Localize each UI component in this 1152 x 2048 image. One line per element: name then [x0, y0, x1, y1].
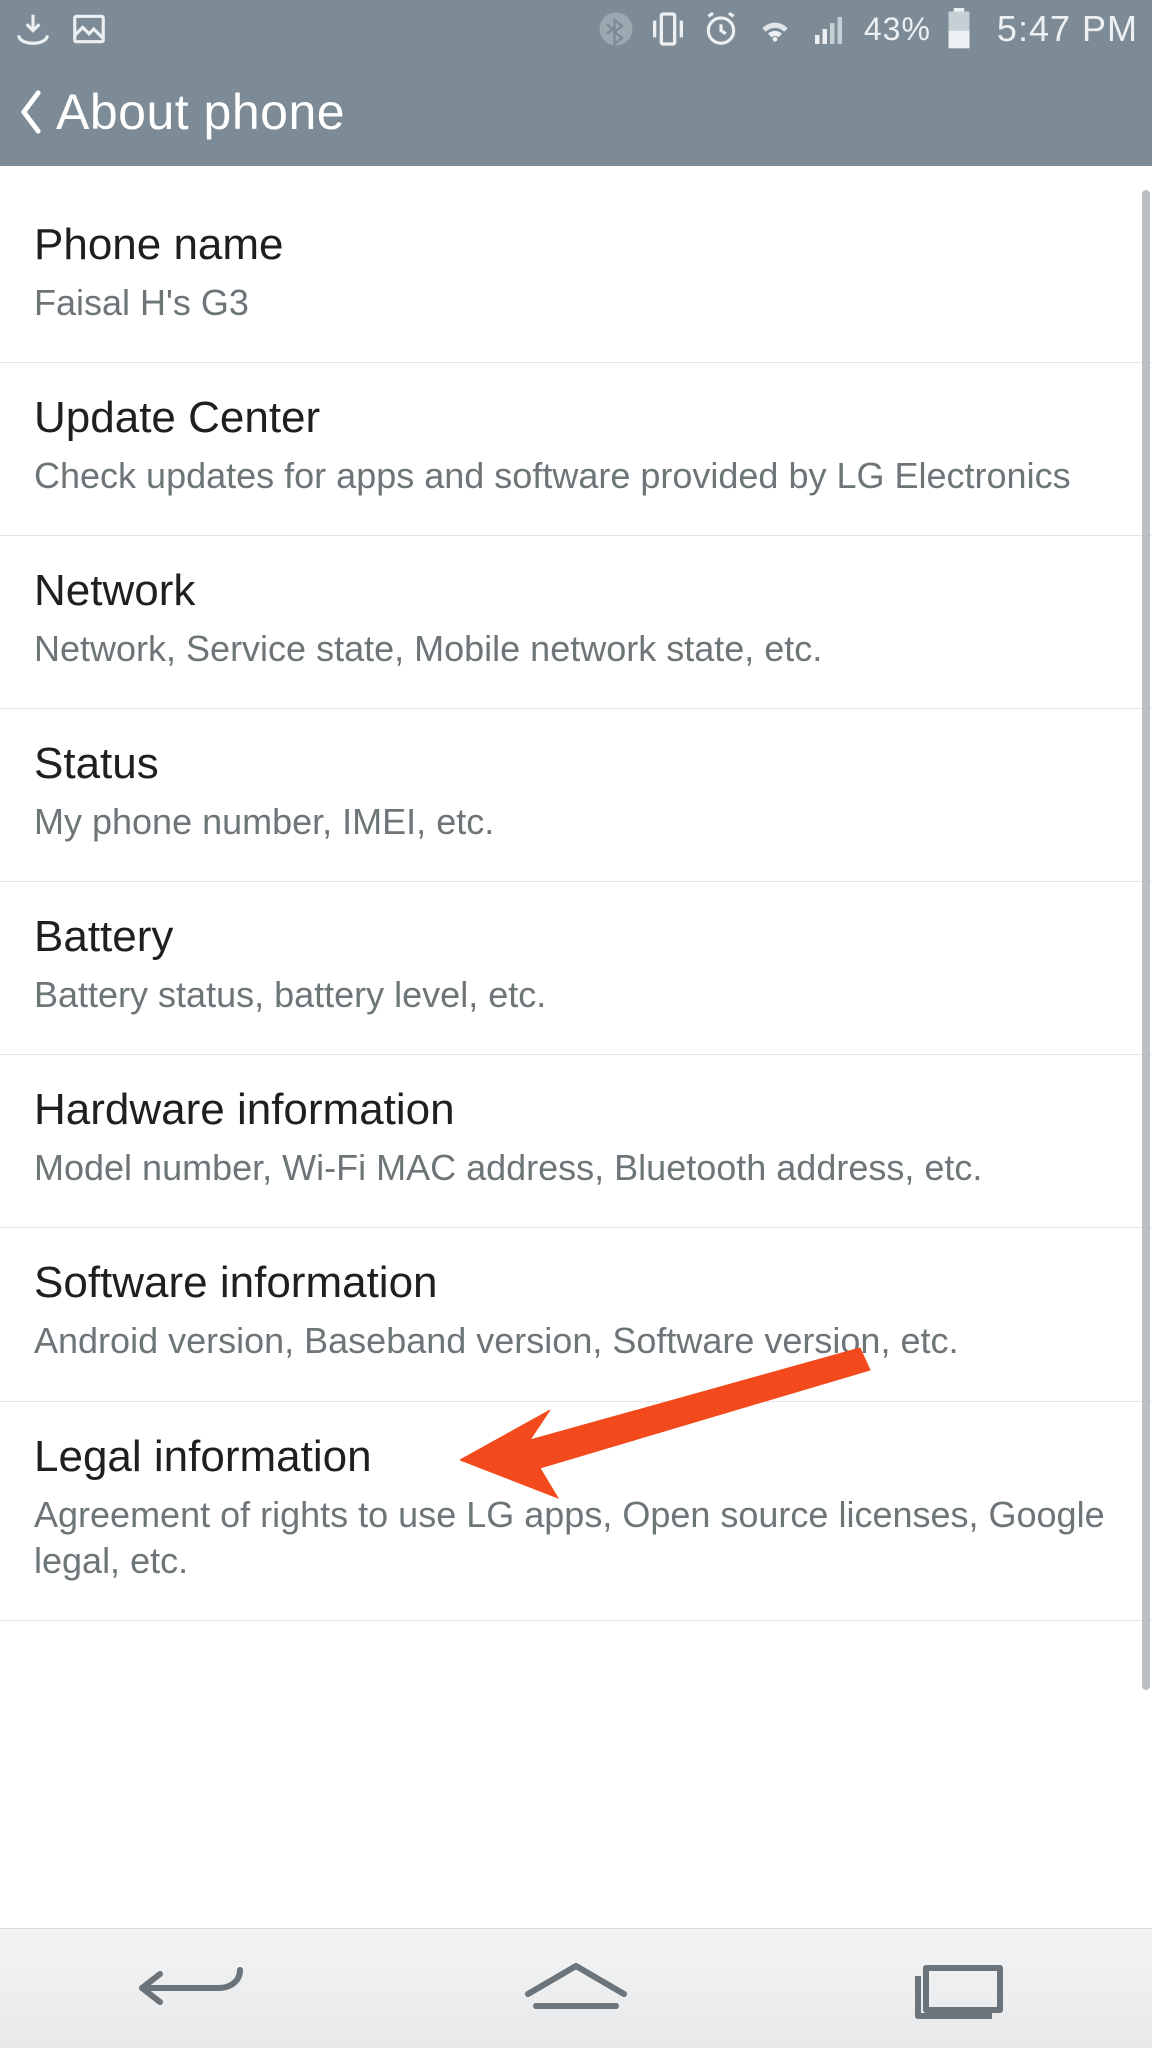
back-button[interactable] — [6, 82, 56, 142]
item-subtitle: Agreement of rights to use LG apps, Open… — [34, 1492, 1118, 1584]
wifi-icon — [754, 10, 796, 48]
item-update-center[interactable]: Update Center Check updates for apps and… — [0, 363, 1152, 536]
item-legal-info[interactable]: Legal information Agreement of rights to… — [0, 1402, 1152, 1621]
item-title: Software information — [34, 1258, 1118, 1308]
item-title: Hardware information — [34, 1085, 1118, 1135]
item-title: Phone name — [34, 220, 1118, 270]
item-subtitle: Android version, Baseband version, Softw… — [34, 1318, 1118, 1364]
item-hardware-info[interactable]: Hardware information Model number, Wi-Fi… — [0, 1055, 1152, 1228]
image-icon — [70, 10, 108, 48]
item-phone-name[interactable]: Phone name Faisal H's G3 — [0, 190, 1152, 363]
alarm-icon — [702, 10, 740, 48]
item-title: Battery — [34, 912, 1118, 962]
status-bar: 43% 5:47 PM — [0, 0, 1152, 58]
app-header: About phone — [0, 58, 1152, 166]
item-software-info[interactable]: Software information Android version, Ba… — [0, 1228, 1152, 1401]
battery-percent-text: 43% — [864, 11, 931, 48]
header-gap — [0, 166, 1152, 190]
item-subtitle: Faisal H's G3 — [34, 280, 1118, 326]
item-title: Network — [34, 566, 1118, 616]
item-status[interactable]: Status My phone number, IMEI, etc. — [0, 709, 1152, 882]
item-subtitle: Model number, Wi-Fi MAC address, Bluetoo… — [34, 1145, 1118, 1191]
clock-text: 5:47 PM — [997, 8, 1138, 50]
nav-back-button[interactable] — [102, 1949, 282, 2029]
navigation-bar — [0, 1928, 1152, 2048]
scrollbar[interactable] — [1142, 190, 1150, 1690]
nav-recent-button[interactable] — [870, 1949, 1050, 2029]
cell-signal-icon — [810, 11, 850, 47]
bluetooth-icon — [598, 11, 634, 47]
item-battery[interactable]: Battery Battery status, battery level, e… — [0, 882, 1152, 1055]
item-network[interactable]: Network Network, Service state, Mobile n… — [0, 536, 1152, 709]
item-subtitle: Battery status, battery level, etc. — [34, 972, 1118, 1018]
item-title: Legal information — [34, 1432, 1118, 1482]
download-icon — [14, 10, 52, 48]
battery-icon — [945, 8, 973, 50]
nav-home-button[interactable] — [486, 1949, 666, 2029]
item-subtitle: My phone number, IMEI, etc. — [34, 799, 1118, 845]
item-subtitle: Check updates for apps and software prov… — [34, 453, 1118, 499]
page-title: About phone — [56, 83, 345, 141]
item-title: Status — [34, 739, 1118, 789]
vibrate-icon — [648, 9, 688, 49]
item-title: Update Center — [34, 393, 1118, 443]
item-subtitle: Network, Service state, Mobile network s… — [34, 626, 1118, 672]
settings-list: Phone name Faisal H's G3 Update Center C… — [0, 190, 1152, 1928]
